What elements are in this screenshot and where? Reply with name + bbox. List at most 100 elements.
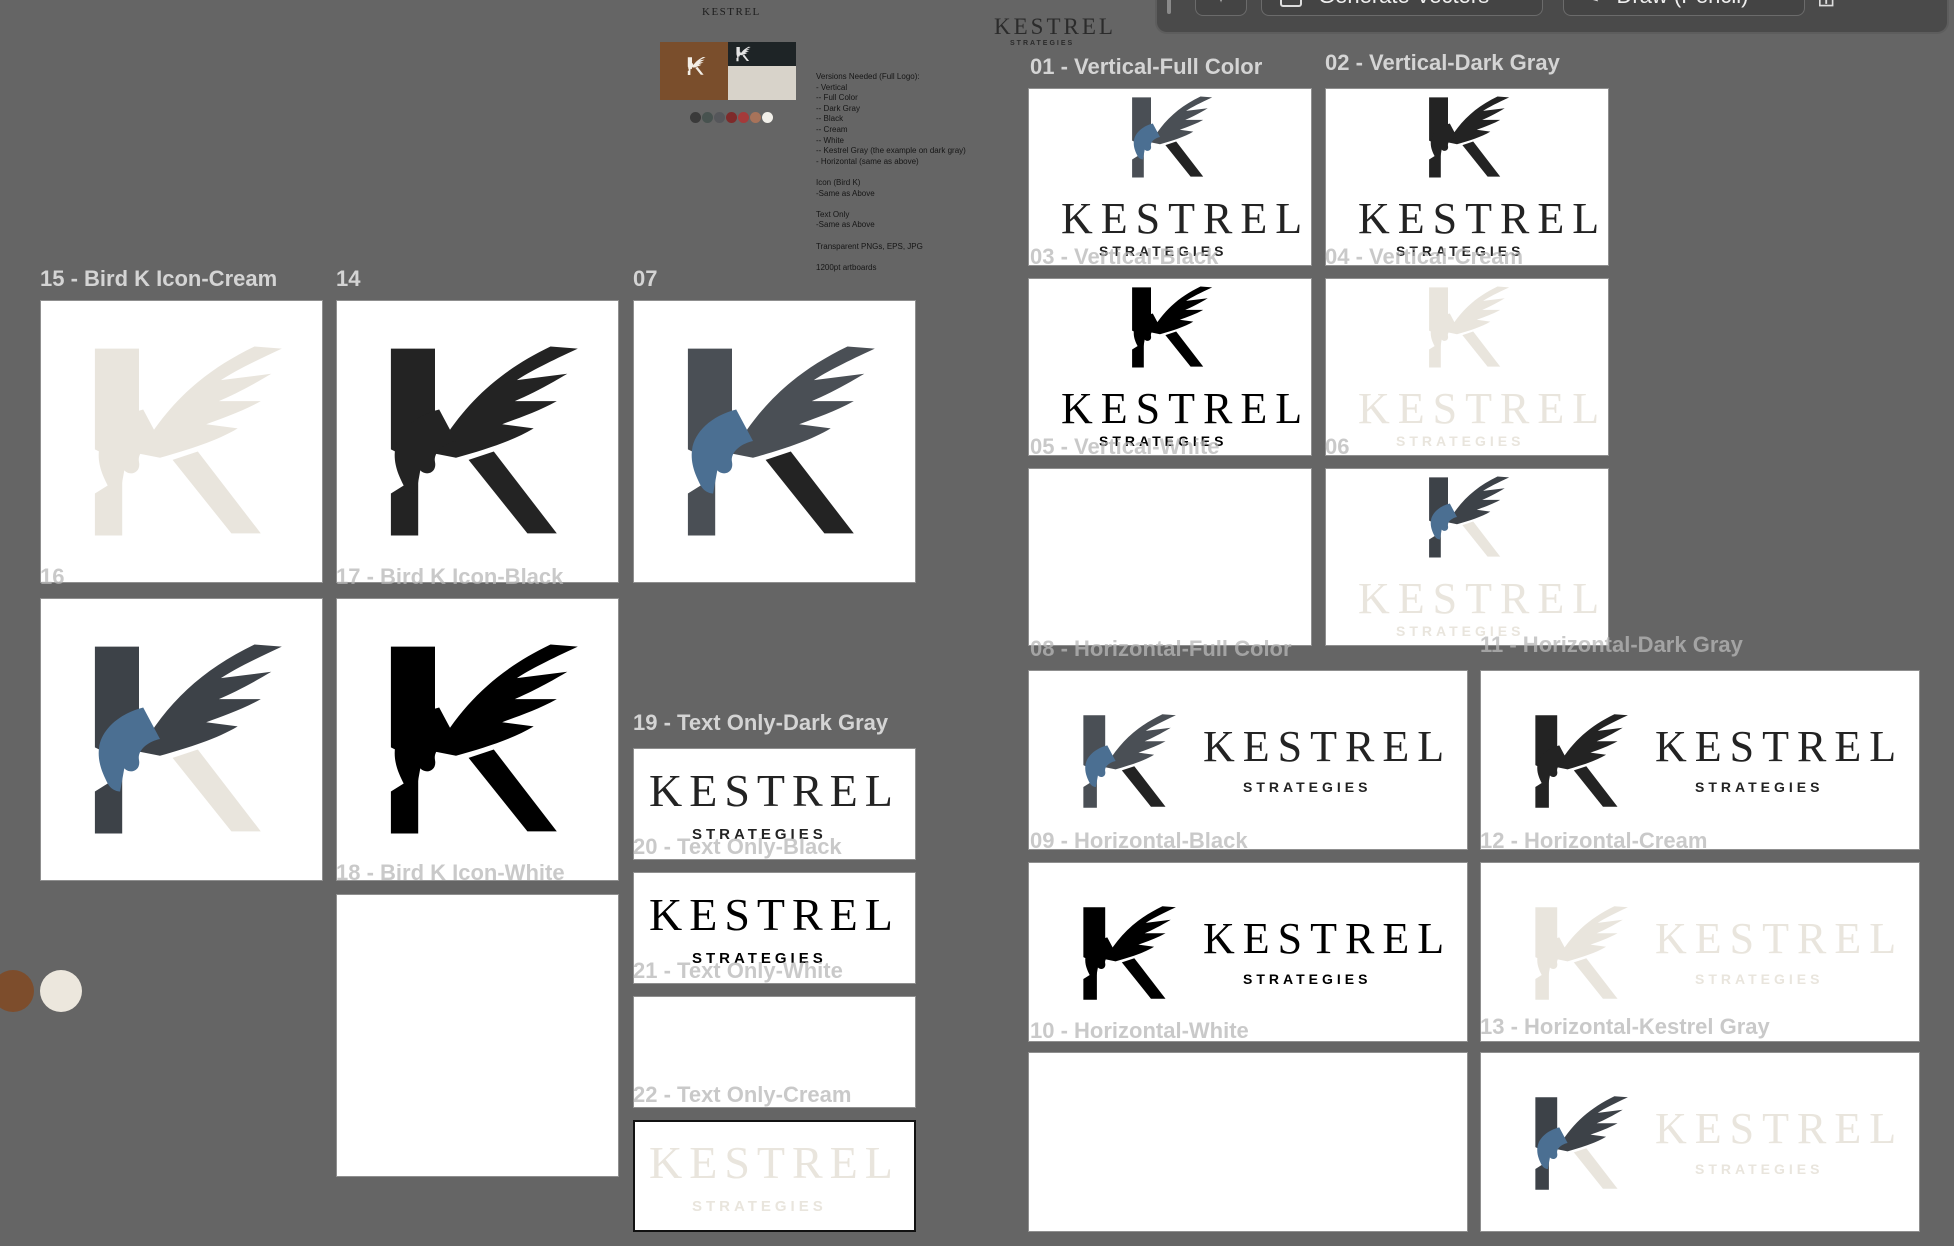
bird-k-icon [94, 644, 282, 834]
kestrel-wordmark: KESTREL [1655, 1104, 1905, 1153]
swatch-5 [738, 112, 749, 123]
requirements-notes: Versions Needed (Full Logo): - Vertical … [816, 72, 966, 272]
bird-k-icon [1429, 476, 1510, 558]
strategies-wordmark: STRATEGIES [1243, 971, 1372, 987]
strategies-wordmark: STRATEGIES [692, 1198, 827, 1215]
artboard-label-17: 17 - Bird K Icon-Black [336, 564, 564, 589]
bird-k-icon [1515, 709, 1641, 813]
floating-toolbar: ✦ Generate Vectors ✎ Draw (Pencil) ⊞ ••• [1155, 0, 1949, 34]
sparkle-icon: ✦ [1213, 0, 1230, 9]
reference-small-logo: KESTREL [700, 0, 759, 26]
kestrel-wordmark: KESTREL [1655, 722, 1905, 771]
generate-vectors-label: Generate Vectors [1318, 0, 1489, 9]
artboard-label-01: 01 - Vertical-Full Color [1030, 54, 1263, 79]
swatch-4 [726, 112, 737, 123]
artboard-label-03: 03 - Vertical-Black [1030, 244, 1219, 269]
swatch-1 [690, 112, 701, 123]
artboard-22[interactable]: KESTREL STRATEGIES [633, 1120, 916, 1232]
vector-icon [1280, 0, 1302, 7]
reference-kestrel-gray-logo: KESTREL STRATEGIES [990, 0, 1113, 50]
artboard-label-09: 09 - Horizontal-Black [1030, 828, 1248, 853]
draw-pencil-button[interactable]: ✎ Draw (Pencil) [1563, 0, 1805, 16]
magic-wand-button[interactable]: ✦ [1195, 0, 1247, 16]
artboard-09[interactable]: KESTREL STRATEGIES [1028, 862, 1468, 1042]
artboard-label-08: 08 - Horizontal-Full Color [1030, 636, 1292, 661]
artboard-01[interactable]: KESTREL STRATEGIES [1028, 88, 1312, 266]
swatch-cream [40, 970, 82, 1012]
strategies-wordmark: STRATEGIES [1695, 971, 1824, 987]
kestrel-wordmark: KESTREL [1061, 384, 1311, 433]
kestrel-wordmark: KESTREL [1655, 914, 1905, 963]
artboard-14[interactable] [336, 300, 619, 583]
add-image-icon[interactable]: ⊞ [1817, 0, 1835, 12]
artboard-03[interactable]: KESTREL STRATEGIES [1028, 278, 1312, 456]
more-options-button[interactable]: ••• [1887, 0, 1911, 5]
artboard-17[interactable] [336, 598, 619, 881]
artboard-label-06: 06 [1325, 434, 1350, 459]
pencil-icon: ✎ [1582, 0, 1600, 9]
artboard-02[interactable]: KESTREL STRATEGIES [1325, 88, 1609, 266]
kestrel-wordmark: KESTREL [1203, 722, 1453, 771]
artboard-label-20: 20 - Text Only-Black [633, 834, 842, 859]
bird-k-icon [687, 346, 875, 536]
artboard-label-11: 11 - Horizontal-Dark Gray [1480, 632, 1743, 657]
generate-vectors-button[interactable]: Generate Vectors [1261, 0, 1543, 16]
bird-k-icon [1416, 282, 1516, 372]
artboard-label-12: 12 - Horizontal-Cream [1480, 828, 1708, 853]
toolbar-drag-handle[interactable] [1167, 0, 1171, 14]
artboard-16[interactable] [40, 598, 323, 881]
artboard-18[interactable] [336, 894, 619, 1177]
bird-k-icon [1063, 901, 1189, 1005]
reference-mood-image [660, 42, 796, 100]
reference-bird-k-icon-dark [735, 46, 751, 62]
artboard-label-05: 05 - Vertical-White [1030, 434, 1220, 459]
strategies-wordmark: STRATEGIES [1695, 1161, 1824, 1177]
artboard-label-10: 10 - Horizontal-White [1030, 1018, 1249, 1043]
swatch-6 [750, 112, 761, 123]
swatch-brown [0, 970, 34, 1012]
kestrel-wordmark: KESTREL [1061, 194, 1311, 243]
artboard-15[interactable] [40, 300, 323, 583]
draw-pencil-label: Draw (Pencil) [1616, 0, 1748, 9]
swatch-3 [714, 112, 725, 123]
artboard-13[interactable]: KESTREL STRATEGIES [1480, 1052, 1920, 1232]
kestrel-wordmark: KESTREL [649, 1137, 900, 1188]
bird-k-icon [1515, 901, 1641, 1005]
artboard-label-22: 22 - Text Only-Cream [633, 1082, 852, 1107]
artboard-label-02: 02 - Vertical-Dark Gray [1325, 50, 1560, 75]
bird-k-icon [1132, 96, 1213, 178]
reference-small-logo-text: KESTREL [702, 6, 761, 18]
reference-strategies-word: STRATEGIES [1010, 40, 1075, 47]
kestrel-wordmark: KESTREL [1358, 574, 1608, 623]
artboard-10[interactable] [1028, 1052, 1468, 1232]
swatch-7 [762, 112, 773, 123]
artboard-label-16: 16 [40, 564, 65, 589]
strategies-wordmark: STRATEGIES [1695, 779, 1824, 795]
bird-k-icon [362, 336, 592, 546]
kestrel-wordmark: KESTREL [1358, 384, 1608, 433]
artboard-11[interactable]: KESTREL STRATEGIES [1480, 670, 1920, 850]
bird-k-icon [1535, 1096, 1628, 1190]
artboard-label-13: 13 - Horizontal-Kestrel Gray [1480, 1014, 1770, 1039]
kestrel-wordmark: KESTREL [649, 889, 900, 940]
artboard-label-14: 14 [336, 266, 361, 291]
artboard-label-04: 04 - Vertical-Cream [1325, 244, 1524, 269]
artboard-04[interactable]: KESTREL STRATEGIES [1325, 278, 1609, 456]
artboard-08[interactable]: KESTREL STRATEGIES [1028, 670, 1468, 850]
reference-kestrel-word: KESTREL [994, 14, 1116, 39]
bird-k-icon [362, 634, 592, 844]
artboard-label-18: 18 - Bird K Icon-White [336, 860, 565, 885]
bird-k-icon [1119, 282, 1219, 372]
swatch-2 [702, 112, 713, 123]
artboard-label-19: 19 - Text Only-Dark Gray [633, 710, 889, 735]
kestrel-wordmark: KESTREL [1203, 914, 1453, 963]
artboard-06[interactable]: KESTREL STRATEGIES [1325, 468, 1609, 646]
kestrel-wordmark: KESTREL [1358, 194, 1608, 243]
kestrel-wordmark: KESTREL [649, 765, 900, 816]
bird-k-icon [1416, 92, 1516, 182]
artboard-07[interactable] [633, 300, 916, 583]
artboard-05[interactable] [1028, 468, 1312, 646]
artboard-label-21: 21 - Text Only-White [633, 958, 843, 983]
artboard-label-07: 07 [633, 266, 658, 291]
bird-k-icon [1083, 714, 1176, 808]
